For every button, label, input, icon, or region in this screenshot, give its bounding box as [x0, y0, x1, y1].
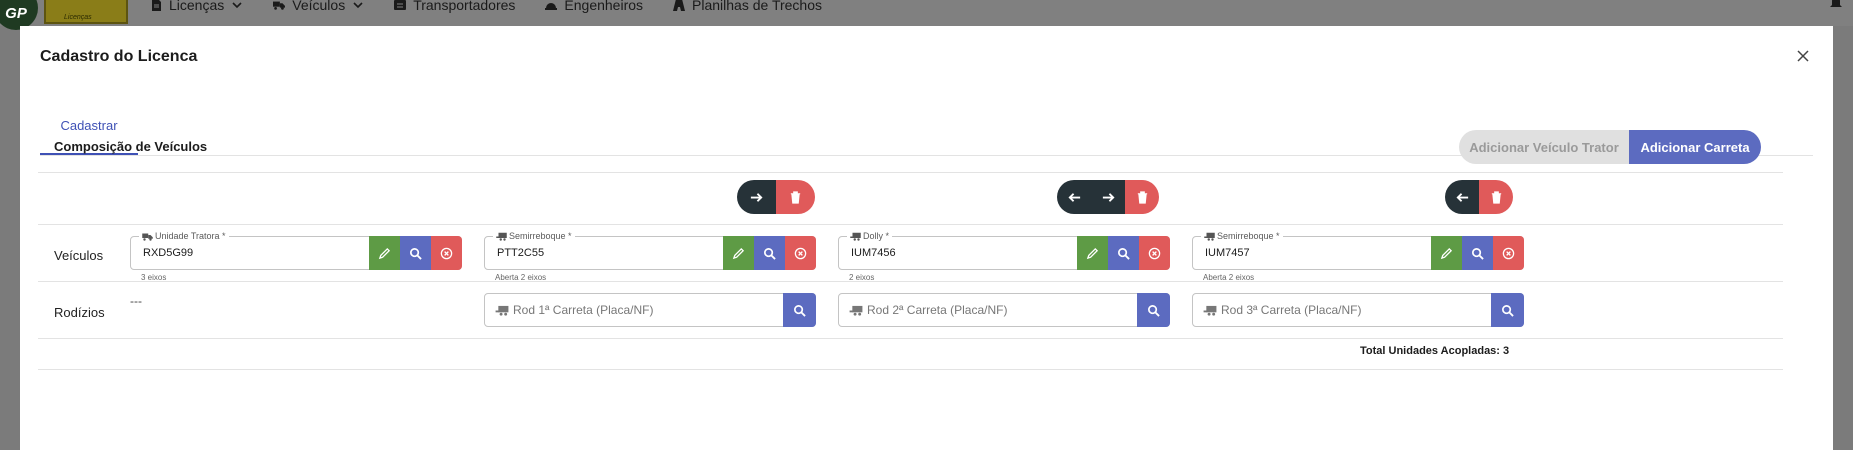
- nav-item-veiculos[interactable]: Veículos: [273, 0, 364, 13]
- remove-button[interactable]: [785, 236, 816, 270]
- remove-button[interactable]: [1493, 236, 1524, 270]
- vehicle-field-4[interactable]: Semirreboque * IUM7457 Aberta 2 eixos: [1192, 230, 1524, 282]
- vehicle-4-controls: [1445, 180, 1513, 214]
- helmet-icon: [545, 3, 558, 10]
- add-trator-button[interactable]: Adicionar Veículo Trator: [1459, 130, 1629, 164]
- arrow-left-icon: [1455, 192, 1468, 202]
- vehicle-field-2[interactable]: Semirreboque * PTT2C55 Aberta 2 eixos: [484, 230, 816, 282]
- section-title: Composição de Veículos: [54, 139, 208, 154]
- id-card-icon: [394, 0, 407, 10]
- vehicle-plate: RXD5G99: [143, 247, 194, 259]
- search-icon: [1148, 304, 1160, 317]
- pencil-icon: [732, 247, 745, 259]
- search-icon: [1502, 304, 1514, 317]
- close-circle-icon: [440, 247, 453, 259]
- licencas-logo: Licenças: [44, 0, 128, 24]
- road-icon: [673, 0, 686, 11]
- vehicle-plate: IUM7456: [851, 247, 896, 259]
- move-right-button[interactable]: [1091, 180, 1125, 214]
- nav-item-planilhas[interactable]: Planilhas de Trechos: [673, 0, 822, 13]
- vehicle-plate: IUM7457: [1205, 247, 1250, 259]
- search-icon: [410, 247, 422, 260]
- search-button[interactable]: [754, 236, 785, 270]
- divider: [38, 369, 1783, 370]
- rodizio-input-3[interactable]: Rod 3ª Carreta (Placa/NF): [1192, 293, 1524, 327]
- trash-icon: [1491, 190, 1501, 204]
- trailer-icon: [496, 232, 507, 241]
- trailer-icon: [1204, 232, 1215, 241]
- search-button[interactable]: [1108, 236, 1139, 270]
- row-label-rodizios: Rodízios: [54, 305, 105, 320]
- edit-button[interactable]: [369, 236, 400, 270]
- search-button[interactable]: [1137, 293, 1170, 327]
- edit-button[interactable]: [723, 236, 754, 270]
- nav-menu: Licenças Veículos Transportadores Engenh…: [150, 0, 822, 13]
- divider: [38, 224, 1783, 225]
- divider: [38, 338, 1783, 339]
- chevron-down-icon: [353, 2, 363, 9]
- truck-icon: [142, 233, 153, 241]
- move-left-button[interactable]: [1445, 180, 1479, 214]
- modal-title: Cadastro do Licenca: [40, 48, 198, 65]
- trash-icon: [790, 190, 801, 204]
- close-circle-icon: [794, 247, 807, 259]
- document-icon: [152, 0, 161, 11]
- search-icon: [1118, 247, 1130, 260]
- rodizio-input-1[interactable]: Rod 1ª Carreta (Placa/NF): [484, 293, 816, 327]
- add-carreta-button[interactable]: Adicionar Carreta: [1629, 130, 1761, 164]
- pencil-icon: [1440, 247, 1453, 259]
- trash-icon: [1137, 190, 1147, 204]
- delete-button[interactable]: [1125, 180, 1159, 214]
- pencil-icon: [1086, 247, 1099, 259]
- edit-button[interactable]: [1077, 236, 1108, 270]
- vehicle-3-controls: [1057, 180, 1159, 214]
- delete-button[interactable]: [1479, 180, 1513, 214]
- remove-button[interactable]: [1139, 236, 1170, 270]
- chevron-down-icon: [232, 2, 242, 9]
- delete-button[interactable]: [776, 180, 815, 214]
- search-button[interactable]: [1462, 236, 1493, 270]
- trailer-icon: [495, 305, 509, 316]
- move-left-button[interactable]: [1057, 180, 1091, 214]
- trailer-icon: [849, 305, 863, 316]
- no-rodizio-placeholder: ---: [130, 294, 142, 308]
- search-button[interactable]: [1491, 293, 1524, 327]
- vehicle-2-controls: [737, 180, 815, 214]
- trailer-icon: [850, 232, 861, 241]
- row-label-veiculos: Veículos: [54, 248, 104, 263]
- vehicle-field-3[interactable]: Dolly * IUM7456 2 eixos: [838, 230, 1170, 282]
- search-icon: [794, 304, 806, 317]
- arrow-right-icon: [750, 192, 763, 202]
- close-icon[interactable]: [1795, 48, 1811, 64]
- search-button[interactable]: [400, 236, 431, 270]
- nav-item-engenheiros[interactable]: Engenheiros: [545, 0, 643, 13]
- close-circle-icon: [1148, 247, 1161, 259]
- nav-item-transportadores[interactable]: Transportadores: [394, 0, 515, 13]
- move-right-button[interactable]: [737, 180, 776, 214]
- add-vehicle-button-group: Adicionar Veículo Trator Adicionar Carre…: [1459, 130, 1761, 164]
- vehicle-field-1[interactable]: Unidade Tratora * RXD5G99 3 eixos: [130, 230, 462, 282]
- divider: [38, 281, 1783, 282]
- remove-button[interactable]: [431, 236, 462, 270]
- total-acopladas: Total Unidades Acopladas: 3: [1360, 345, 1510, 357]
- nav-item-licencas[interactable]: Licenças: [150, 0, 243, 13]
- divider: [38, 172, 1783, 173]
- arrow-left-icon: [1067, 192, 1080, 202]
- pencil-icon: [378, 247, 391, 259]
- bell-icon[interactable]: [1829, 0, 1843, 10]
- close-circle-icon: [1502, 247, 1515, 259]
- search-icon: [764, 247, 776, 260]
- trailer-icon: [1203, 305, 1217, 316]
- search-icon: [1472, 247, 1484, 260]
- arrow-right-icon: [1102, 192, 1115, 202]
- search-button[interactable]: [783, 293, 816, 327]
- top-navbar: GP Licenças Licenças Veículos Transporta…: [0, 0, 1853, 30]
- truck-icon: [273, 1, 286, 10]
- rodizio-input-2[interactable]: Rod 2ª Carreta (Placa/NF): [838, 293, 1170, 327]
- edit-button[interactable]: [1431, 236, 1462, 270]
- vehicle-plate: PTT2C55: [497, 247, 545, 259]
